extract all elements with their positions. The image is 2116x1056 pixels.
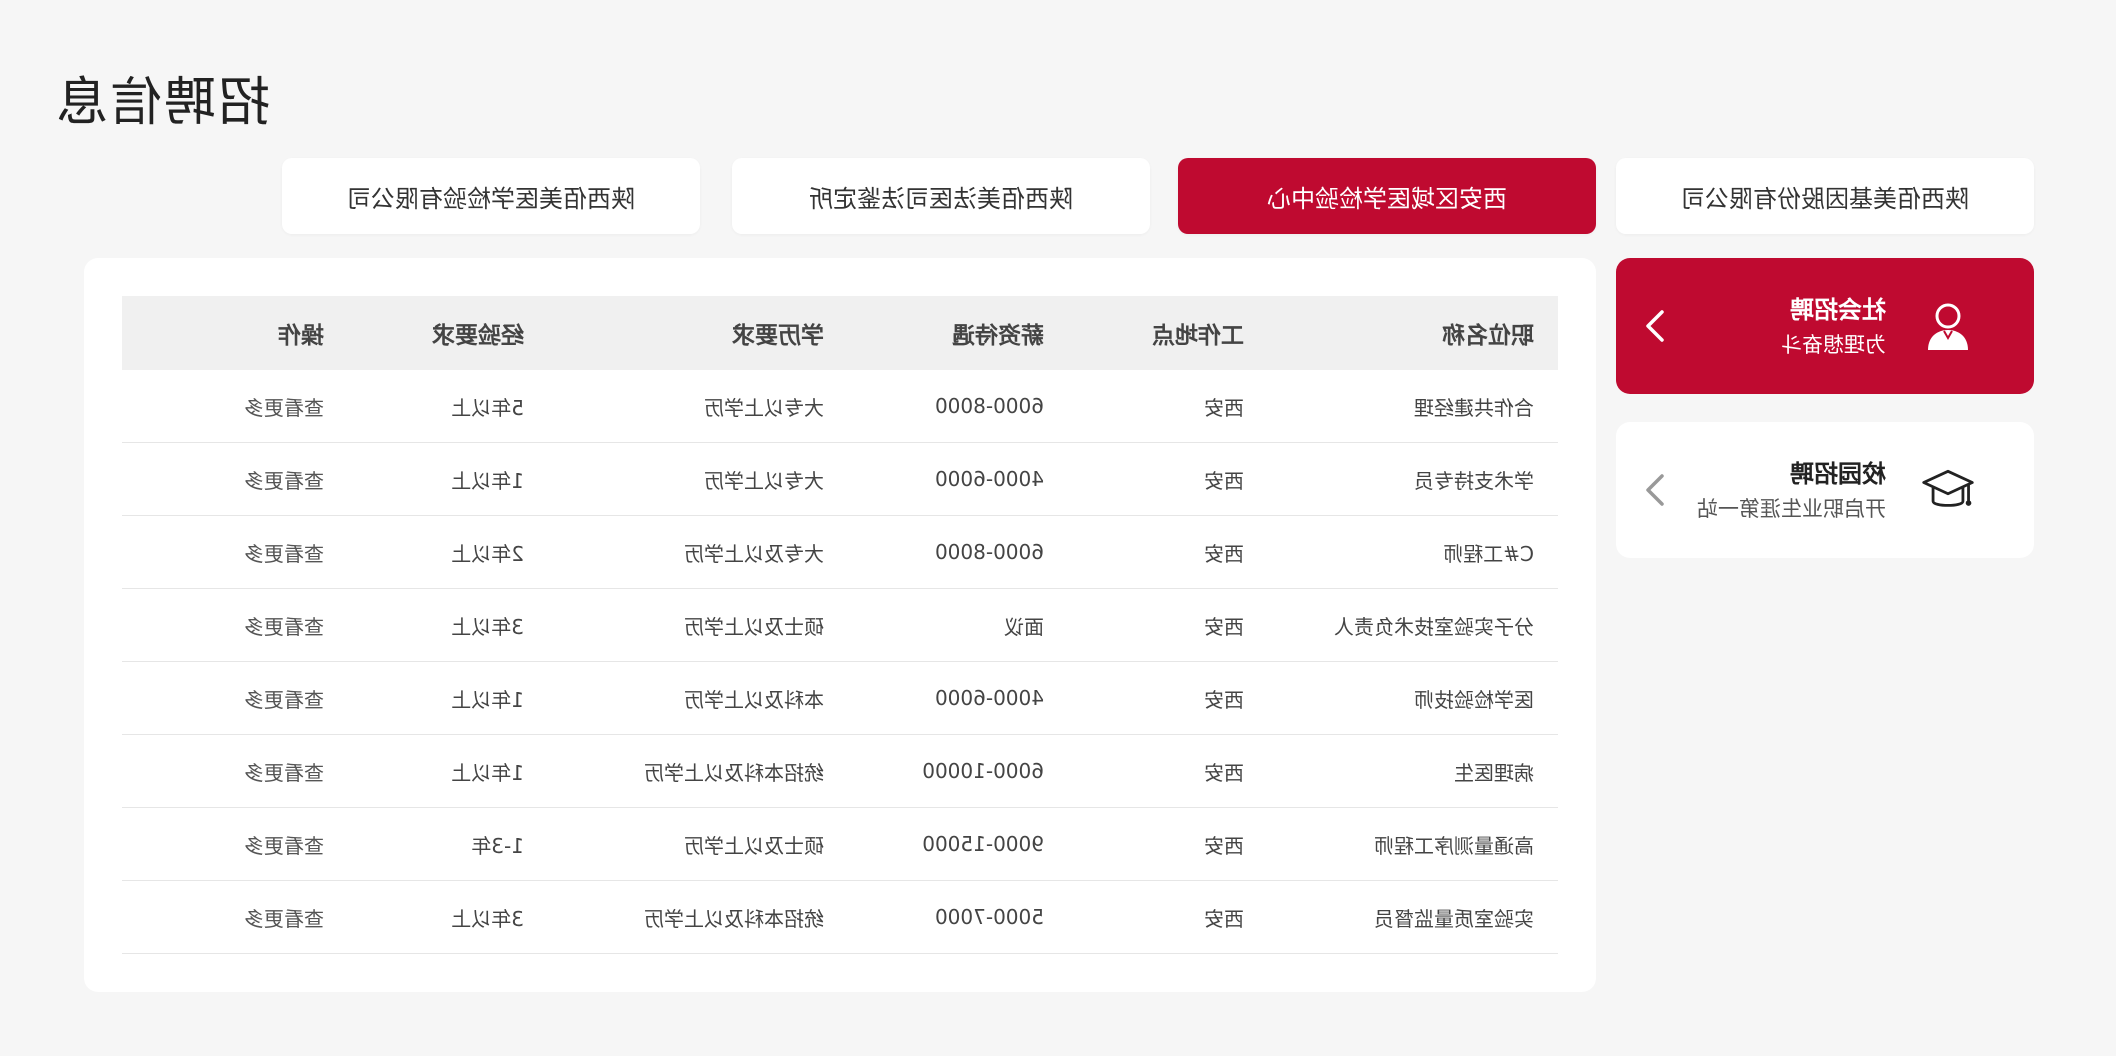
- cell-location: 西安: [1068, 515, 1268, 589]
- view-more-link[interactable]: 查看更多: [122, 807, 348, 881]
- cell-salary: 6000-8000: [848, 370, 1068, 443]
- cell-location: 西安: [1068, 734, 1268, 808]
- side-nav-campus-label: 校园招聘: [1790, 460, 1886, 488]
- cell-salary: 6000-10000: [848, 734, 1068, 808]
- table-row: C#工程师 西安 6000-8000 大专及以上学历 2年以上 查看更多: [122, 515, 1558, 589]
- cell-education: 本科及以上学历: [548, 661, 848, 735]
- company-tabs: 陕西佰美基因股份有限公司 西安区域医学检验中心 陕西佰美法医司法鉴定所 陕西佰美…: [0, 158, 2116, 234]
- tab-company-lab[interactable]: 陕西佰美医学检验有限公司: [282, 158, 700, 234]
- cell-location: 西安: [1068, 880, 1268, 954]
- side-nav-campus-desc: 开启职业生涯第一站: [1697, 497, 1886, 521]
- tab-company-forensic[interactable]: 陕西佰美法医司法鉴定所: [732, 158, 1150, 234]
- view-more-link[interactable]: 查看更多: [122, 442, 348, 516]
- cell-education: 统招本科及以上学历: [548, 880, 848, 954]
- cell-location: 西安: [1068, 661, 1268, 735]
- side-nav-social-label: 社会招聘: [1790, 296, 1886, 324]
- cell-experience: 1-3年: [348, 807, 548, 881]
- chevron-right-icon: [1646, 474, 1664, 506]
- header-position: 职位名称: [1442, 323, 1534, 349]
- cell-salary: 面议: [848, 588, 1068, 662]
- view-more-link[interactable]: 查看更多: [122, 515, 348, 589]
- cell-salary: 9000-15000: [848, 807, 1068, 881]
- cell-position: 实验室质量监督员: [1268, 880, 1558, 954]
- job-table: 职位名称 工作地点 薪资待遇 学历要求 经验要求 操作 合作共建经理 西安 60…: [122, 296, 1558, 954]
- cell-education: 大专以上学历: [548, 442, 848, 516]
- header-action: 操作: [278, 323, 324, 349]
- side-nav-social-desc: 为理想奋斗: [1781, 333, 1886, 357]
- cell-experience: 1年以上: [348, 442, 548, 516]
- tab-company-xian-center[interactable]: 西安区域医学检验中心: [1178, 158, 1596, 234]
- page-title: 招聘信息: [53, 73, 270, 133]
- table-row: 合作共建经理 西安 6000-8000 大专以上学历 5年以上 查看更多: [122, 370, 1558, 443]
- cell-location: 西安: [1068, 370, 1268, 443]
- table-row: 病理医生 西安 6000-10000 统招本科及以上学历 1年以上 查看更多: [122, 734, 1558, 808]
- graduation-cap-icon: [1922, 469, 1974, 507]
- cell-education: 硕士及以上学历: [548, 588, 848, 662]
- header-salary: 薪资待遇: [952, 323, 1044, 349]
- cell-education: 大专以上学历: [548, 370, 848, 443]
- cell-education: 硕士及以上学历: [548, 807, 848, 881]
- table-row: 分子实验室技术负责人 西安 面议 硕士及以上学历 3年以上 查看更多: [122, 588, 1558, 662]
- table-row: 医学检验技师 西安 4000-6000 本科及以上学历 1年以上 查看更多: [122, 661, 1558, 735]
- side-nav-campus[interactable]: 校园招聘 开启职业生涯第一站: [1616, 422, 2034, 558]
- cell-position: C#工程师: [1268, 515, 1558, 589]
- view-more-link[interactable]: 查看更多: [122, 370, 348, 443]
- cell-position: 病理医生: [1268, 734, 1558, 808]
- view-more-link[interactable]: 查看更多: [122, 734, 348, 808]
- table-header-row: 职位名称 工作地点 薪资待遇 学历要求 经验要求 操作: [122, 296, 1558, 370]
- view-more-link[interactable]: 查看更多: [122, 880, 348, 954]
- table-row: 实验室质量监督员 西安 5000-7000 统招本科及以上学历 3年以上 查看更…: [122, 880, 1558, 954]
- cell-experience: 1年以上: [348, 734, 548, 808]
- cell-position: 合作共建经理: [1268, 370, 1558, 443]
- view-more-link[interactable]: 查看更多: [122, 588, 348, 662]
- cell-salary: 4000-6000: [848, 661, 1068, 735]
- page-root: 招聘信息 陕西佰美基因股份有限公司 西安区域医学检验中心 陕西佰美法医司法鉴定所…: [0, 0, 2116, 1056]
- table-row: 学术支持专员 西安 4000-6000 大专以上学历 1年以上 查看更多: [122, 442, 1558, 516]
- cell-experience: 1年以上: [348, 661, 548, 735]
- cell-experience: 2年以上: [348, 515, 548, 589]
- cell-position: 分子实验室技术负责人: [1268, 588, 1558, 662]
- person-icon: [1928, 303, 1968, 350]
- header-location: 工作地点: [1152, 323, 1244, 349]
- cell-salary: 5000-7000: [848, 880, 1068, 954]
- cell-salary: 4000-6000: [848, 442, 1068, 516]
- cell-location: 西安: [1068, 807, 1268, 881]
- cell-experience: 5年以上: [348, 370, 548, 443]
- cell-salary: 6000-8000: [848, 515, 1068, 589]
- cell-education: 大专及以上学历: [548, 515, 848, 589]
- cell-location: 西安: [1068, 442, 1268, 516]
- side-nav-social[interactable]: 社会招聘 为理想奋斗: [1616, 258, 2034, 394]
- cell-experience: 3年以上: [348, 588, 548, 662]
- table-row: 高通量测序工程师 西安 9000-15000 硕士及以上学历 1-3年 查看更多: [122, 807, 1558, 881]
- cell-position: 学术支持专员: [1268, 442, 1558, 516]
- cell-position: 医学检验技师: [1268, 661, 1558, 735]
- tab-company-jiyin[interactable]: 陕西佰美基因股份有限公司: [1616, 158, 2034, 234]
- cell-experience: 3年以上: [348, 880, 548, 954]
- cell-education: 统招本科及以上学历: [548, 734, 848, 808]
- chevron-right-icon: [1646, 310, 1664, 342]
- view-more-link[interactable]: 查看更多: [122, 661, 348, 735]
- cell-location: 西安: [1068, 588, 1268, 662]
- cell-position: 高通量测序工程师: [1268, 807, 1558, 881]
- header-experience: 经验要求: [432, 323, 524, 349]
- header-education: 学历要求: [732, 323, 824, 349]
- job-table-panel: 职位名称 工作地点 薪资待遇 学历要求 经验要求 操作 合作共建经理 西安 60…: [84, 258, 1596, 992]
